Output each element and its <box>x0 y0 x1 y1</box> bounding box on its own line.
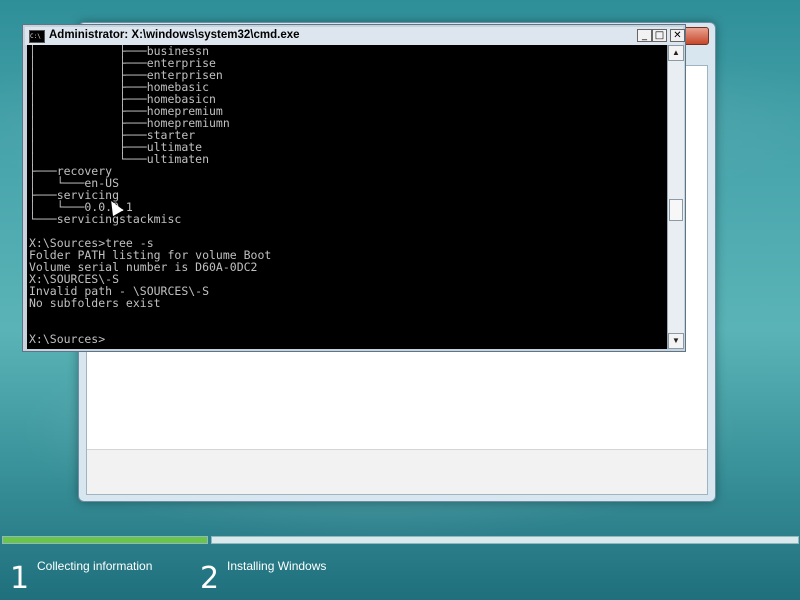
maximize-button[interactable]: □ <box>652 29 667 42</box>
step-1-label: Collecting information <box>37 559 153 573</box>
step-2-number: 2 <box>200 561 220 596</box>
setup-footer <box>87 449 707 494</box>
console-text: │ ├───businessn │ ├───enterprise │ ├───e… <box>29 45 272 346</box>
scrollbar-thumb[interactable] <box>669 199 683 221</box>
cmd-titlebar[interactable]: C:\ Administrator: X:\windows\system32\c… <box>25 27 685 45</box>
scroll-up-arrow-icon[interactable]: ▲ <box>668 45 684 61</box>
step-1-progress-track <box>2 536 208 544</box>
vertical-scrollbar[interactable]: ▲ ▼ <box>667 45 684 349</box>
step-2-label: Installing Windows <box>227 559 327 573</box>
setup-progress-area: 1 Collecting information 2 Installing Wi… <box>0 535 800 600</box>
step-1-progress-fill <box>3 537 207 543</box>
minimize-button[interactable]: _ <box>637 29 652 42</box>
scroll-down-arrow-icon[interactable]: ▼ <box>668 333 684 349</box>
step-1-number: 1 <box>10 561 30 596</box>
cmd-app-icon[interactable]: C:\ <box>29 30 45 43</box>
console-output[interactable]: │ ├───businessn │ ├───enterprise │ ├───e… <box>27 45 667 349</box>
close-button[interactable]: ✕ <box>670 29 685 42</box>
cmd-window[interactable]: C:\ Administrator: X:\windows\system32\c… <box>22 24 686 352</box>
cmd-window-title: Administrator: X:\windows\system32\cmd.e… <box>49 29 300 41</box>
step-2-progress-track <box>211 536 799 544</box>
